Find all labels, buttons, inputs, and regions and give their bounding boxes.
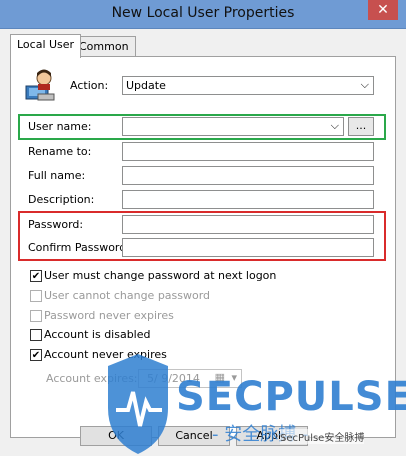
ok-button[interactable]: OK (80, 426, 152, 446)
action-select[interactable]: Update ⌵ (122, 76, 374, 95)
action-select-value: Update (126, 79, 166, 92)
description-label: Description: (28, 193, 95, 206)
window-title: New Local User Properties (111, 5, 295, 21)
confirm-password-input[interactable] (122, 238, 374, 257)
rename-label: Rename to: (28, 145, 92, 158)
calendar-icon: ▦ (214, 371, 225, 384)
confirm-password-label: Confirm Password: (28, 241, 130, 254)
checkbox-box[interactable] (30, 329, 42, 341)
user-computer-icon (25, 69, 55, 101)
action-label: Action: (70, 79, 109, 92)
checkbox-box[interactable] (30, 290, 42, 302)
checkbox-label: User cannot change password (44, 289, 211, 302)
browse-button[interactable]: ... (348, 117, 374, 136)
checkbox-box[interactable]: ✔ (30, 349, 42, 361)
tab-local-user[interactable]: Local User (10, 34, 82, 58)
close-button[interactable]: ✕ (368, 0, 398, 20)
description-input[interactable] (122, 190, 374, 209)
tab-common[interactable]: Common (72, 36, 136, 57)
chevron-down-icon: ⌵ (360, 78, 369, 91)
cancel-button[interactable]: Cancel (158, 426, 230, 446)
account-expires-label: Account expires: (46, 372, 138, 385)
checkbox-label: Password never expires (44, 309, 174, 322)
username-combo[interactable]: ⌵ (122, 117, 344, 136)
chevron-down-icon: ⌵ (330, 119, 339, 132)
title-bar: New Local User Properties ✕ (0, 0, 406, 29)
apply-button[interactable]: Apply (236, 426, 308, 446)
checkbox-label: Account is disabled (44, 328, 151, 341)
username-label: User name: (28, 120, 92, 133)
checkbox-label: User must change password at next logon (44, 269, 277, 282)
account-expires-value: 5/ 9/2014 (147, 372, 200, 385)
fullname-label: Full name: (28, 169, 86, 182)
rename-input[interactable] (122, 142, 374, 161)
checkbox-box[interactable] (30, 310, 42, 322)
fullname-input[interactable] (122, 166, 374, 185)
chevron-down-icon: ▾ (231, 371, 237, 384)
account-expires-date-picker[interactable]: 5/ 9/2014 ▦ ▾ (138, 369, 242, 388)
password-label: Password: (28, 218, 84, 231)
password-input[interactable] (122, 215, 374, 234)
checkbox-label: Account never expires (44, 348, 167, 361)
checkbox-box[interactable]: ✔ (30, 270, 42, 282)
